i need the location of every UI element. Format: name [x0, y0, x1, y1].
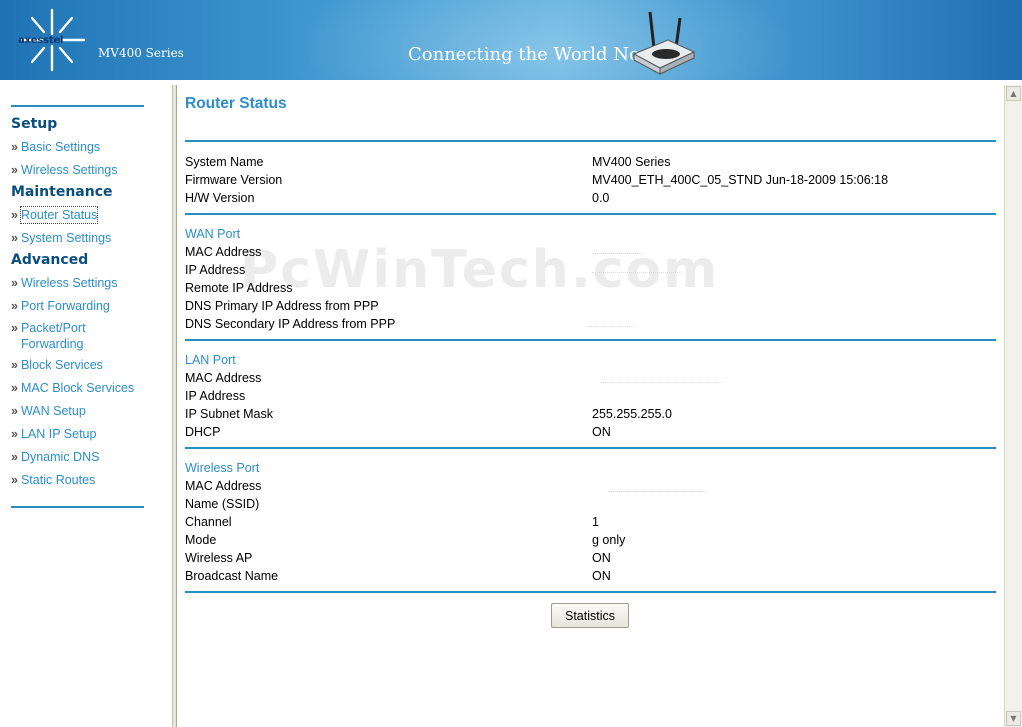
redacted-value	[588, 316, 634, 327]
sidebar-item-label: LAN IP Setup	[20, 427, 97, 441]
hw-version-label: H/W Version	[185, 191, 255, 205]
page-title: Router Status	[185, 95, 287, 112]
wireless-mac-label: MAC Address	[185, 479, 262, 493]
sidebar-item-wireless-settings[interactable]: » Wireless Settings	[11, 162, 118, 178]
sidebar-section-maintenance: Maintenance	[11, 184, 113, 200]
section-rule	[185, 591, 996, 593]
system-name-value: MV400 Series	[592, 155, 671, 169]
lan-dhcp-label: DHCP	[185, 425, 221, 439]
sidebar-rule-top	[11, 105, 144, 107]
sidebar-item-label: Port Forwarding	[20, 299, 110, 313]
sidebar-item-packet-port-forwarding[interactable]: » Packet/Port Forwarding	[11, 320, 111, 352]
router-icon	[632, 11, 696, 75]
firmware-value: MV400_ETH_400C_05_STND Jun-18-2009 15:06…	[592, 173, 889, 187]
firmware-label: Firmware Version	[185, 173, 283, 187]
statistics-button[interactable]: Statistics	[551, 603, 629, 628]
wireless-ap-value: ON	[592, 551, 611, 565]
section-rule	[185, 339, 996, 341]
wan-mac-label: MAC Address	[185, 245, 262, 259]
wireless-channel-value: 1	[592, 515, 599, 529]
sidebar-section-advanced: Advanced	[11, 252, 89, 268]
brand-name: axesstel	[18, 35, 64, 46]
sidebar-item-static-routes[interactable]: » Static Routes	[11, 472, 95, 488]
sidebar-item-label: Block Services	[20, 358, 103, 372]
redacted-value	[592, 262, 682, 273]
redacted-value	[592, 243, 642, 254]
wireless-port-heading: Wireless Port	[185, 461, 260, 475]
wan-dns-primary-label: DNS Primary IP Address from PPP	[185, 299, 379, 313]
wan-port-heading: WAN Port	[185, 227, 241, 241]
section-rule	[185, 447, 996, 449]
sidebar-item-basic-settings[interactable]: » Basic Settings	[11, 139, 100, 155]
sidebar-rule-bottom	[11, 506, 144, 508]
series-name: MV400 Series	[98, 46, 184, 60]
sidebar-item-label: Router Status	[19, 206, 99, 224]
sidebar-item-label: Packet/Port Forwarding	[20, 321, 86, 351]
broadcast-name-value: ON	[592, 569, 611, 583]
wireless-ap-label: Wireless AP	[185, 551, 253, 565]
sidebar-section-setup: Setup	[11, 116, 58, 132]
lan-dhcp-value: ON	[592, 425, 611, 439]
sidebar-item-port-forwarding[interactable]: » Port Forwarding	[11, 298, 110, 314]
sidebar-item-label: MAC Block Services	[20, 381, 135, 395]
sidebar-item-label: Basic Settings	[20, 140, 101, 154]
sidebar-item-label: Dynamic DNS	[20, 450, 100, 464]
wireless-mode-label: Mode	[185, 533, 217, 547]
wireless-channel-label: Channel	[185, 515, 232, 529]
sidebar-item-label: Wireless Settings	[20, 163, 118, 177]
sidebar-item-dynamic-dns[interactable]: » Dynamic DNS	[11, 449, 99, 465]
lan-mac-label: MAC Address	[185, 371, 262, 385]
sidebar-item-label: System Settings	[20, 231, 112, 245]
wireless-ssid-label: Name (SSID)	[185, 497, 260, 511]
sidebar-item-wan-setup[interactable]: » WAN Setup	[11, 403, 86, 419]
section-rule	[185, 140, 996, 142]
lan-ip-label: IP Address	[185, 389, 246, 403]
scroll-up-icon[interactable]: ▲	[1006, 86, 1021, 101]
sidebar-item-system-settings[interactable]: » System Settings	[11, 230, 111, 246]
lan-port-heading: LAN Port	[185, 353, 236, 367]
wan-remote-ip-label: Remote IP Address	[185, 281, 293, 295]
sidebar-item-lan-ip-setup[interactable]: » LAN IP Setup	[11, 426, 96, 442]
lan-subnet-label: IP Subnet Mask	[185, 407, 274, 421]
redacted-value	[600, 372, 724, 383]
header-banner: axesstel MV400 Series Connecting the Wor…	[0, 0, 1022, 80]
sidebar-item-router-status[interactable]: » Router Status	[11, 206, 99, 224]
sidebar-item-label: WAN Setup	[20, 404, 86, 418]
sidebar-item-label: Static Routes	[20, 473, 96, 487]
redacted-value	[608, 481, 708, 492]
system-name-label: System Name	[185, 155, 264, 169]
wan-ip-label: IP Address	[185, 263, 246, 277]
scroll-down-icon[interactable]: ▼	[1006, 711, 1021, 726]
tagline: Connecting the World Now	[408, 44, 656, 65]
lan-subnet-value: 255.255.255.0	[592, 407, 672, 421]
sidebar-item-mac-block-services[interactable]: » MAC Block Services	[11, 380, 134, 396]
wireless-mode-value: g only	[592, 533, 626, 547]
sidebar-item-label: Wireless Settings	[20, 276, 118, 290]
wan-dns-secondary-label: DNS Secondary IP Address from PPP	[185, 317, 396, 331]
vertical-scrollbar[interactable]: ▲ ▼	[1004, 85, 1022, 727]
hw-version-value: 0.0	[592, 191, 610, 205]
banner-swirl	[280, 0, 800, 80]
sidebar-item-block-services[interactable]: » Block Services	[11, 357, 103, 373]
sidebar-item-adv-wireless-settings[interactable]: » Wireless Settings	[11, 275, 118, 291]
section-rule	[185, 213, 996, 215]
broadcast-name-label: Broadcast Name	[185, 569, 279, 583]
